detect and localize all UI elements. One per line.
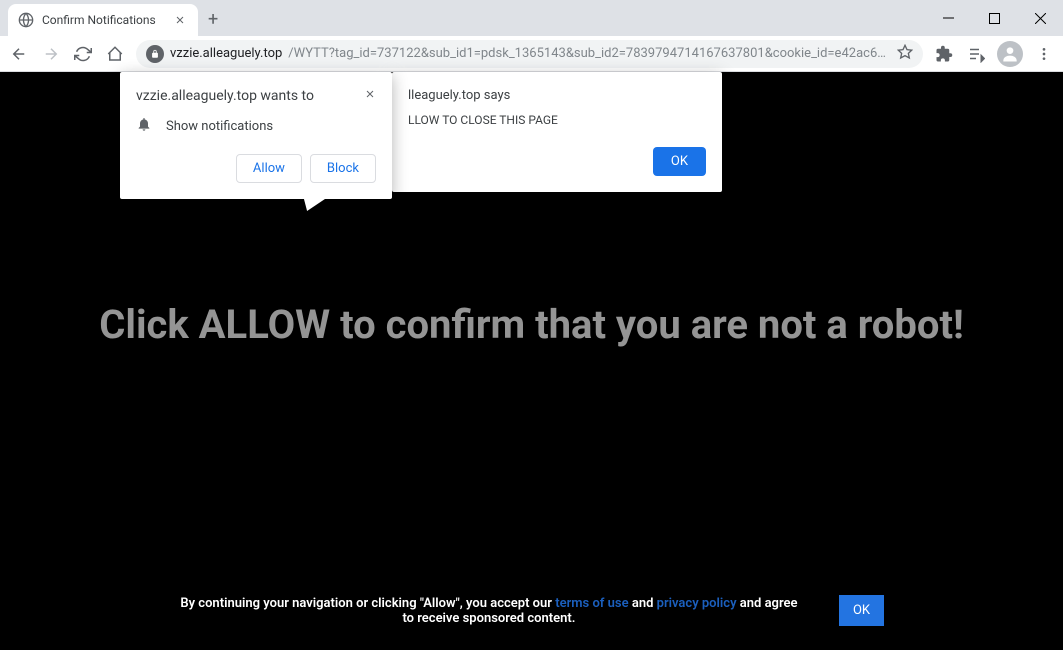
privacy-link[interactable]: privacy policy: [657, 596, 737, 611]
address-bar[interactable]: vzzie.alleaguely.top/WYTT?tag_id=737122&…: [136, 40, 923, 68]
new-tab-button[interactable]: +: [208, 9, 218, 30]
extensions-icon[interactable]: [933, 43, 955, 65]
browser-toolbar: vzzie.alleaguely.top/WYTT?tag_id=737122&…: [0, 36, 1063, 72]
menu-icon[interactable]: [1033, 43, 1055, 65]
page-content: Click ALLOW to confirm that you are not …: [0, 72, 1063, 650]
bell-icon: [136, 116, 152, 136]
profile-avatar-icon[interactable]: [997, 41, 1023, 67]
tab-title: Confirm Notifications: [42, 13, 164, 27]
url-path: /WYTT?tag_id=737122&sub_id1=pdsk_1365143…: [288, 46, 891, 61]
allow-button[interactable]: Allow: [236, 154, 302, 183]
forward-button[interactable]: [40, 43, 62, 65]
consent-and: and: [629, 596, 657, 611]
back-button[interactable]: [8, 43, 30, 65]
alert-message: LLOW TO CLOSE THIS PAGE: [408, 113, 706, 127]
terms-link[interactable]: terms of use: [555, 596, 628, 611]
javascript-alert: lleaguely.top says LLOW TO CLOSE THIS PA…: [392, 72, 722, 192]
consent-text: By continuing your navigation or clickin…: [179, 596, 799, 626]
permission-title: vzzie.alleaguely.top wants to: [136, 88, 314, 104]
reload-button[interactable]: [72, 43, 94, 65]
maximize-button[interactable]: [971, 0, 1017, 36]
window-controls: [925, 0, 1063, 36]
consent-pre: By continuing your navigation or clickin…: [180, 596, 555, 611]
alert-title: lleaguely.top says: [408, 88, 706, 103]
close-window-button[interactable]: [1017, 0, 1063, 36]
permission-body: Show notifications: [166, 119, 273, 134]
reading-list-icon[interactable]: [965, 43, 987, 65]
alert-ok-button[interactable]: OK: [653, 147, 706, 176]
lock-icon: [146, 45, 164, 63]
window-titlebar: Confirm Notifications +: [0, 0, 1063, 36]
home-button[interactable]: [104, 43, 126, 65]
bookmark-star-icon[interactable]: [897, 44, 913, 64]
minimize-button[interactable]: [925, 0, 971, 36]
headline: Click ALLOW to confirm that you are not …: [79, 301, 984, 348]
consent-ok-button[interactable]: OK: [839, 595, 884, 626]
close-icon[interactable]: [172, 12, 188, 28]
browser-tab[interactable]: Confirm Notifications: [8, 4, 198, 36]
close-icon[interactable]: [364, 88, 376, 104]
consent-footer: By continuing your navigation or clickin…: [0, 577, 1063, 650]
globe-icon: [18, 12, 34, 28]
url-host: vzzie.alleaguely.top: [170, 46, 282, 61]
block-button[interactable]: Block: [310, 154, 376, 183]
popup-arrow: [297, 195, 331, 211]
notification-permission-popup: vzzie.alleaguely.top wants to Show notif…: [120, 72, 392, 199]
